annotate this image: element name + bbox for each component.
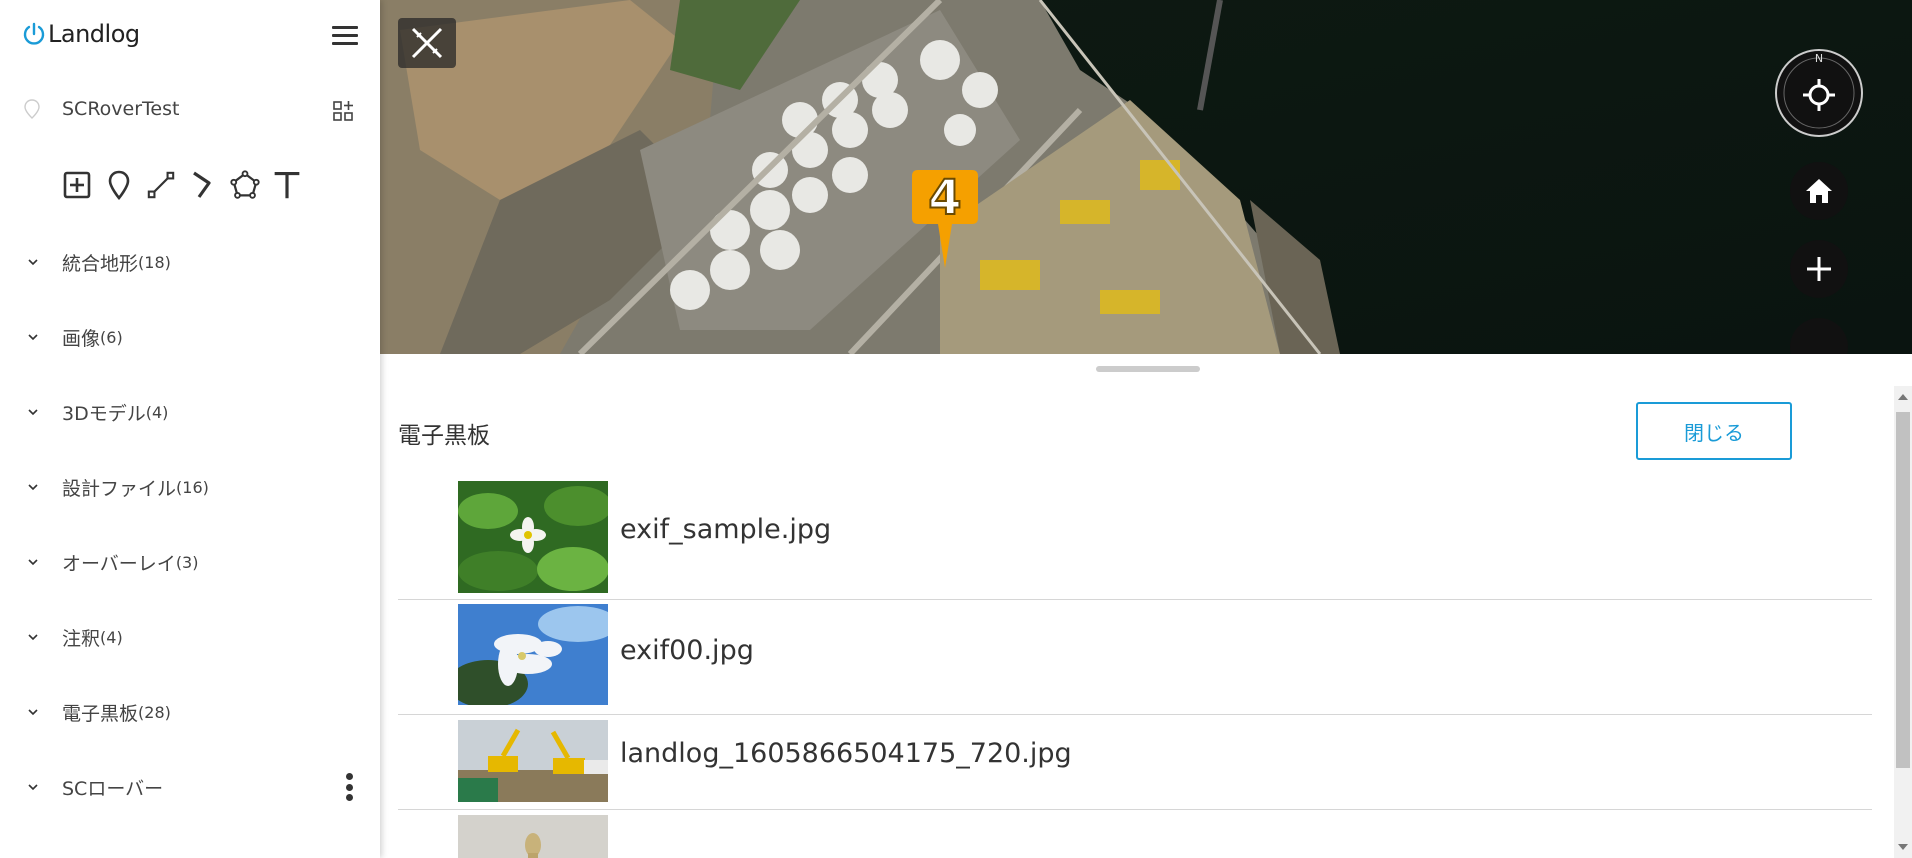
photo-filename: exif_sample.jpg xyxy=(620,514,832,545)
excavator-photo xyxy=(458,720,608,802)
home-icon xyxy=(1806,179,1832,203)
list-item[interactable]: exif00.jpg xyxy=(398,599,1872,715)
photo-filename: exif00.jpg xyxy=(620,635,754,666)
panel-resize-handle[interactable] xyxy=(1096,366,1200,372)
layer-label: 統合地形 xyxy=(62,252,139,275)
list-item[interactable]: landlog_1605866504175_720.jpg xyxy=(398,714,1872,810)
layer-count: (6) xyxy=(100,327,123,347)
layer-overlays[interactable]: オーバーレイ (3) xyxy=(0,542,380,582)
polygon-tool-icon[interactable] xyxy=(230,168,260,202)
more-options-icon[interactable] xyxy=(346,773,354,801)
chevron-down-icon xyxy=(28,484,38,491)
drawing-toolbar xyxy=(62,168,302,202)
layer-label: 電子黒板 xyxy=(62,702,139,725)
statue-photo xyxy=(458,815,608,858)
chevron-down-icon xyxy=(28,559,38,566)
location-pin-icon xyxy=(24,99,40,119)
plus-icon xyxy=(1807,257,1831,281)
list-item[interactable] xyxy=(398,809,1872,858)
logo-text: Landlog xyxy=(48,20,140,48)
white-flower-photo xyxy=(458,604,608,705)
scroll-down-arrow-icon[interactable] xyxy=(1898,844,1908,850)
add-box-icon[interactable] xyxy=(62,168,92,202)
satellite-map[interactable]: 4 N xyxy=(380,0,1912,354)
point-marker-icon[interactable] xyxy=(104,168,134,202)
sidebar: Landlog SCRoverTest 統合地形 (18) 画像 (6) 3Dモ… xyxy=(0,0,380,858)
line-tool-icon[interactable] xyxy=(146,168,176,202)
measure-tool-button[interactable] xyxy=(398,18,456,68)
flower-photo xyxy=(458,481,608,593)
layer-label: 注釈 xyxy=(62,627,101,650)
layer-images[interactable]: 画像 (6) xyxy=(0,317,380,357)
photo-cluster-marker[interactable]: 4 xyxy=(910,168,980,268)
panel-scrollbar[interactable] xyxy=(1894,386,1912,858)
layer-design-files[interactable]: 設計ファイル (16) xyxy=(0,467,380,507)
chevron-down-icon xyxy=(28,334,38,341)
ruler-pencil-icon xyxy=(411,27,443,59)
power-logo-icon xyxy=(23,22,45,45)
layer-integrated-terrain[interactable]: 統合地形 (18) xyxy=(0,242,380,282)
marker-count: 4 xyxy=(928,170,961,226)
chevron-down-icon xyxy=(28,784,38,791)
project-name: SCRoverTest xyxy=(62,98,180,120)
layer-label: 設計ファイル xyxy=(62,477,177,500)
chevron-down-icon xyxy=(28,709,38,716)
add-widget-icon[interactable] xyxy=(332,100,354,122)
zoom-in-button[interactable] xyxy=(1790,240,1848,298)
layer-3d-models[interactable]: 3Dモデル (4) xyxy=(0,392,380,432)
minus-icon xyxy=(1805,333,1833,354)
list-item[interactable]: exif_sample.jpg xyxy=(398,474,1872,600)
layer-count: (18) xyxy=(138,252,171,272)
compass-north-label: N xyxy=(1815,52,1823,65)
chevron-down-icon xyxy=(28,259,38,266)
photo-thumbnail[interactable] xyxy=(458,604,608,705)
layer-label: 画像 xyxy=(62,327,101,350)
layer-label: オーバーレイ xyxy=(62,552,176,575)
layer-annotations[interactable]: 注釈 (4) xyxy=(0,617,380,657)
chevron-down-icon xyxy=(28,409,38,416)
panel-title: 電子黒板 xyxy=(398,423,490,449)
layer-count: (4) xyxy=(145,402,169,422)
menu-icon[interactable] xyxy=(332,26,358,48)
layer-count: (3) xyxy=(175,552,199,572)
layer-electronic-blackboard[interactable]: 電子黒板 (28) xyxy=(0,692,380,732)
layer-count: (16) xyxy=(176,477,209,497)
polyline-tool-icon[interactable] xyxy=(188,168,218,202)
home-button[interactable] xyxy=(1790,162,1848,220)
photo-list: exif_sample.jpg exif00.jpg landlog_16058… xyxy=(398,474,1872,858)
project-selector[interactable]: SCRoverTest xyxy=(22,98,179,120)
photo-thumbnail[interactable] xyxy=(458,815,608,858)
close-button[interactable]: 閉じる xyxy=(1636,402,1792,460)
photo-thumbnail[interactable] xyxy=(458,720,608,802)
layer-label: SCローバー xyxy=(62,777,164,800)
layer-sc-rover[interactable]: SCローバー xyxy=(0,767,380,807)
photo-thumbnail[interactable] xyxy=(458,481,608,593)
scrollbar-thumb[interactable] xyxy=(1896,412,1910,768)
chevron-down-icon xyxy=(28,634,38,641)
app-logo[interactable]: Landlog xyxy=(22,20,140,48)
layer-count: (28) xyxy=(138,702,171,722)
compass-icon[interactable]: N xyxy=(1774,48,1864,138)
layer-count: (4) xyxy=(100,627,123,647)
scroll-up-arrow-icon[interactable] xyxy=(1898,394,1908,400)
layer-label: 3Dモデル xyxy=(62,402,146,425)
satellite-imagery xyxy=(380,0,1912,354)
photo-filename: landlog_1605866504175_720.jpg xyxy=(620,738,1072,769)
text-tool-icon[interactable] xyxy=(272,168,302,202)
